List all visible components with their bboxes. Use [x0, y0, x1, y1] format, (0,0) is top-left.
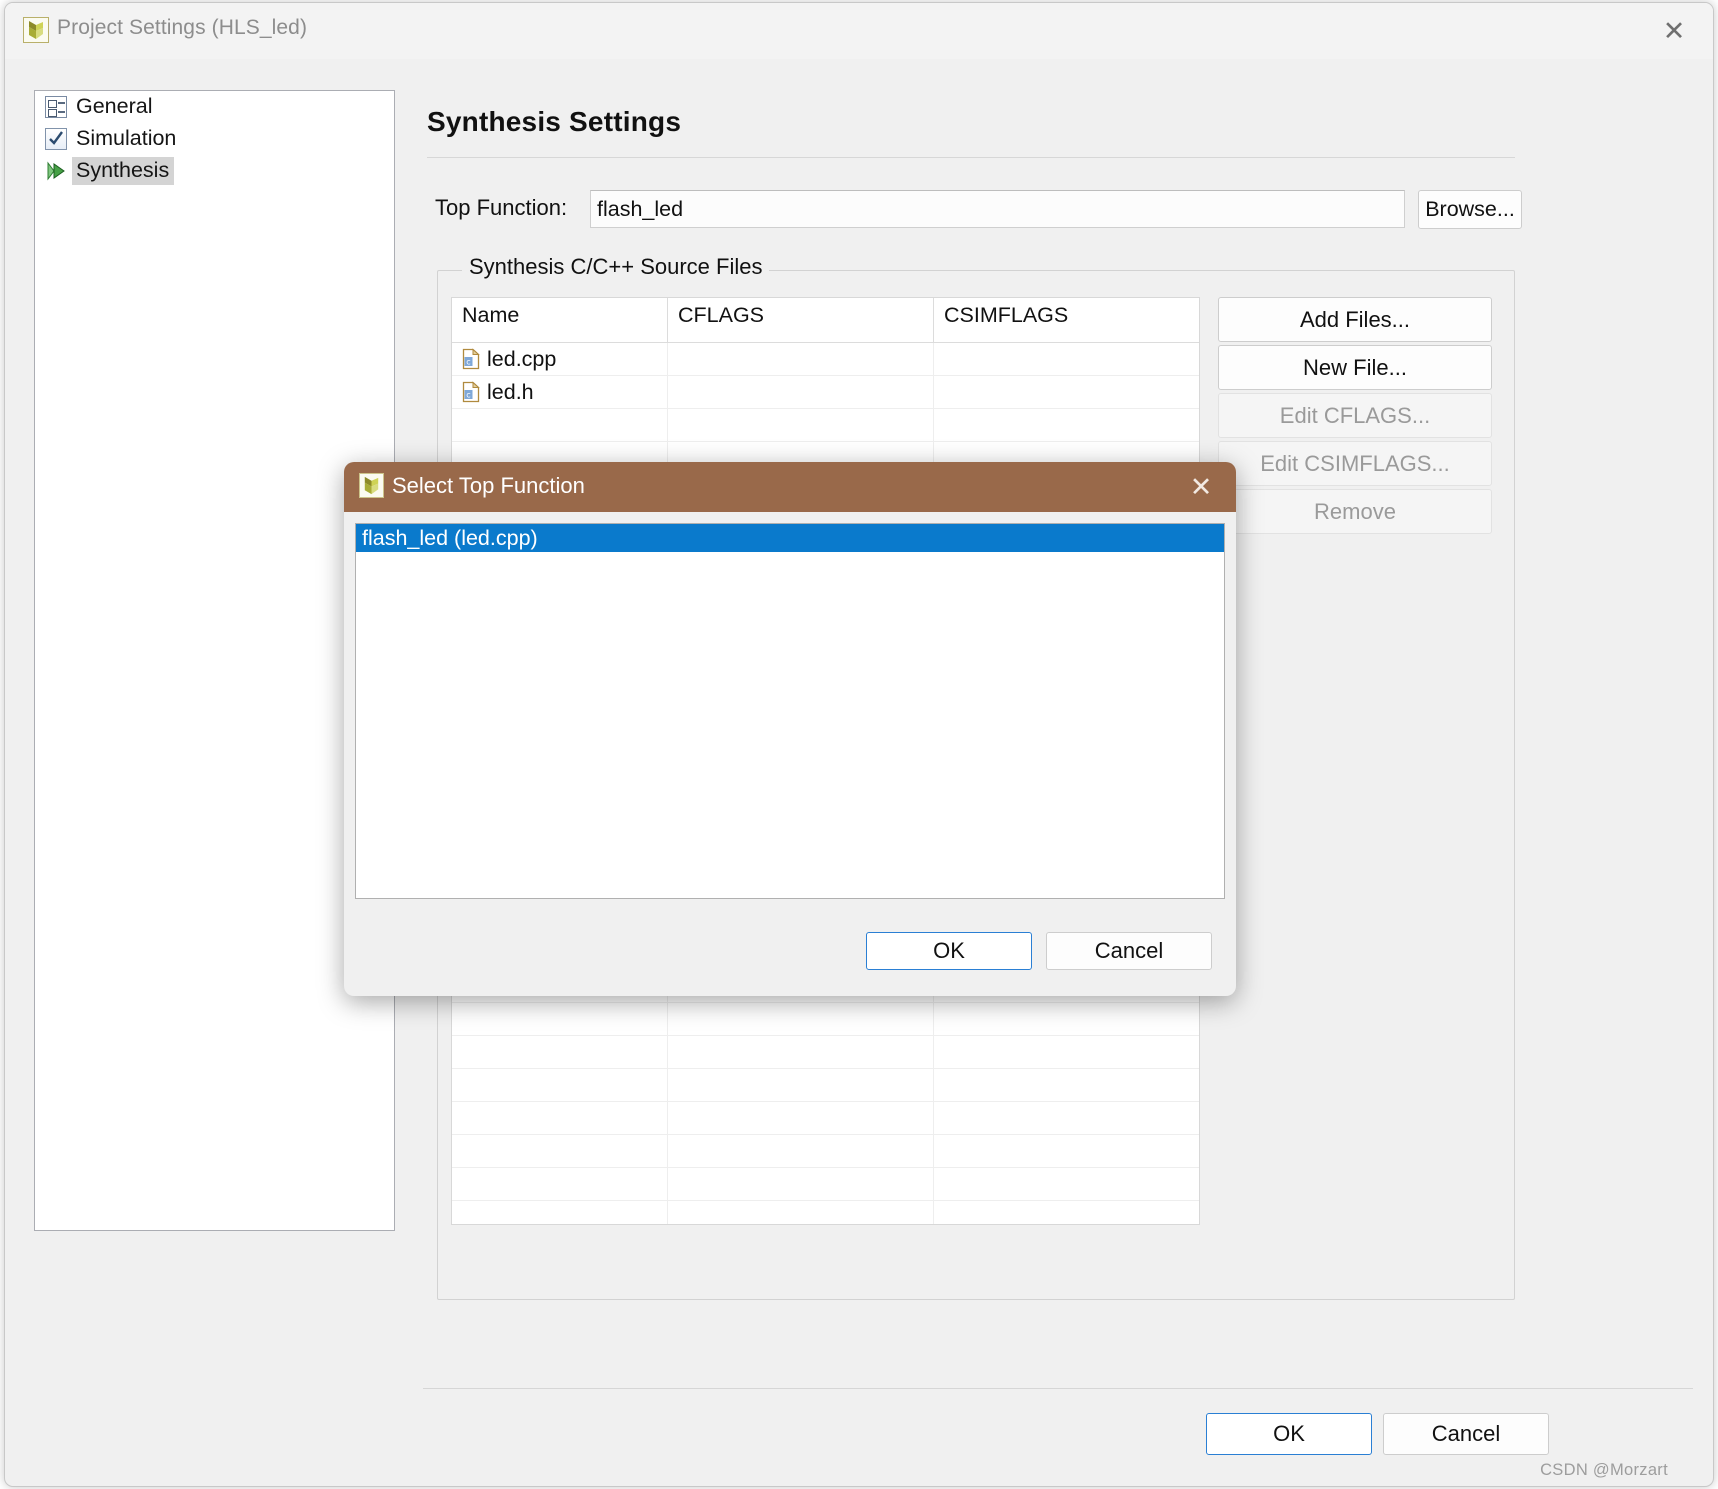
file-name-label: led.h: [487, 379, 534, 404]
csimflags-cell[interactable]: [934, 343, 1199, 375]
empty-cell: [452, 1201, 668, 1224]
empty-cell: [934, 1201, 1199, 1224]
empty-cell: [934, 1003, 1199, 1035]
empty-cell: [934, 1102, 1199, 1134]
top-function-label: Top Function:: [435, 195, 568, 220]
close-icon[interactable]: ✕: [1653, 11, 1695, 51]
table-empty-row[interactable]: [452, 409, 1199, 442]
dialog-titlebar: Select Top Function ✕: [344, 462, 1236, 512]
checkbox-check-icon: [45, 128, 67, 150]
table-empty-row[interactable]: [452, 1201, 1199, 1224]
empty-cell: [934, 409, 1199, 441]
window-titlebar: Project Settings (HLS_led) ✕: [5, 3, 1713, 59]
table-header-row: Name CFLAGS CSIMFLAGS: [452, 298, 1199, 343]
cancel-button[interactable]: Cancel: [1383, 1413, 1549, 1455]
file-name-cell: c led.cpp: [452, 343, 668, 375]
sidebar-item-simulation[interactable]: Simulation: [35, 123, 394, 155]
sidebar-item-label: Simulation: [76, 126, 177, 150]
empty-cell: [452, 1135, 668, 1167]
source-files-actions: Add Files... New File... Edit CFLAGS... …: [1218, 297, 1492, 537]
column-header-cflags[interactable]: CFLAGS: [668, 298, 934, 342]
edit-csimflags-button: Edit CSIMFLAGS...: [1218, 441, 1492, 486]
ok-button[interactable]: OK: [1206, 1413, 1372, 1455]
table-empty-row[interactable]: [452, 1168, 1199, 1201]
add-files-button[interactable]: Add Files...: [1218, 297, 1492, 342]
sidebar-item-synthesis[interactable]: Synthesis: [35, 155, 394, 187]
empty-cell: [934, 1036, 1199, 1068]
dialog-ok-button[interactable]: OK: [866, 932, 1032, 970]
dialog-buttons: OK Cancel: [866, 932, 1212, 970]
vivado-logo-icon: [23, 17, 49, 43]
green-play-icon: [45, 160, 67, 182]
column-header-name[interactable]: Name: [452, 298, 668, 342]
window-title: Project Settings (HLS_led): [57, 16, 308, 39]
dialog-cancel-button[interactable]: Cancel: [1046, 932, 1212, 970]
top-function-list[interactable]: flash_led (led.cpp): [355, 523, 1225, 899]
vivado-logo-icon: [359, 473, 384, 498]
table-empty-row[interactable]: [452, 1135, 1199, 1168]
properties-list-icon: [45, 96, 67, 118]
empty-cell: [668, 1168, 934, 1200]
top-function-row: Top Function: Browse...: [427, 190, 1527, 230]
close-icon[interactable]: ✕: [1182, 468, 1220, 506]
svg-text:c: c: [466, 358, 470, 367]
table-empty-row[interactable]: [452, 1003, 1199, 1036]
sidebar-item-label: General: [76, 94, 153, 118]
empty-cell: [452, 1102, 668, 1134]
table-empty-row[interactable]: [452, 1036, 1199, 1069]
table-empty-row[interactable]: [452, 1069, 1199, 1102]
browse-button[interactable]: Browse...: [1418, 190, 1522, 229]
file-name-label: led.cpp: [487, 346, 557, 371]
c-file-icon: c: [462, 381, 480, 403]
empty-cell: [452, 1069, 668, 1101]
source-files-legend: Synthesis C/C++ Source Files: [462, 254, 770, 280]
footer-buttons: OK Cancel: [1206, 1413, 1549, 1455]
edit-cflags-button: Edit CFLAGS...: [1218, 393, 1492, 438]
top-function-input[interactable]: [590, 190, 1405, 228]
empty-cell: [668, 1102, 934, 1134]
empty-cell: [668, 1069, 934, 1101]
empty-cell: [452, 1036, 668, 1068]
table-row[interactable]: c led.h: [452, 376, 1199, 409]
page-title: Synthesis Settings: [427, 106, 682, 137]
empty-cell: [452, 1168, 668, 1200]
empty-cell: [668, 1135, 934, 1167]
settings-category-tree[interactable]: General Simulation Synthesis: [34, 90, 395, 1231]
column-header-csimflags[interactable]: CSIMFLAGS: [934, 298, 1199, 342]
file-name-cell: c led.h: [452, 376, 668, 408]
csimflags-cell[interactable]: [934, 376, 1199, 408]
empty-cell: [668, 1201, 934, 1224]
sidebar-item-general[interactable]: General: [35, 91, 394, 123]
table-row[interactable]: c led.cpp: [452, 343, 1199, 376]
table-empty-row[interactable]: [452, 1102, 1199, 1135]
title-divider: [427, 157, 1515, 158]
footer-divider: [423, 1388, 1693, 1389]
dialog-title: Select Top Function: [392, 473, 585, 498]
empty-cell: [934, 1168, 1199, 1200]
empty-cell: [668, 409, 934, 441]
empty-cell: [452, 1003, 668, 1035]
sidebar-item-label: Synthesis: [72, 157, 175, 185]
empty-cell: [668, 1036, 934, 1068]
cflags-cell[interactable]: [668, 343, 934, 375]
empty-cell: [452, 409, 668, 441]
cflags-cell[interactable]: [668, 376, 934, 408]
c-file-icon: c: [462, 348, 480, 370]
svg-text:c: c: [466, 391, 470, 400]
list-item[interactable]: flash_led (led.cpp): [356, 524, 1224, 552]
new-file-button[interactable]: New File...: [1218, 345, 1492, 390]
select-top-function-dialog: Select Top Function ✕ flash_led (led.cpp…: [344, 462, 1236, 996]
watermark-text: CSDN @Morzart: [1540, 1461, 1668, 1479]
empty-cell: [668, 1003, 934, 1035]
empty-cell: [934, 1069, 1199, 1101]
project-settings-window: Project Settings (HLS_led) ✕ General Sim…: [4, 2, 1714, 1487]
remove-button: Remove: [1218, 489, 1492, 534]
empty-cell: [934, 1135, 1199, 1167]
